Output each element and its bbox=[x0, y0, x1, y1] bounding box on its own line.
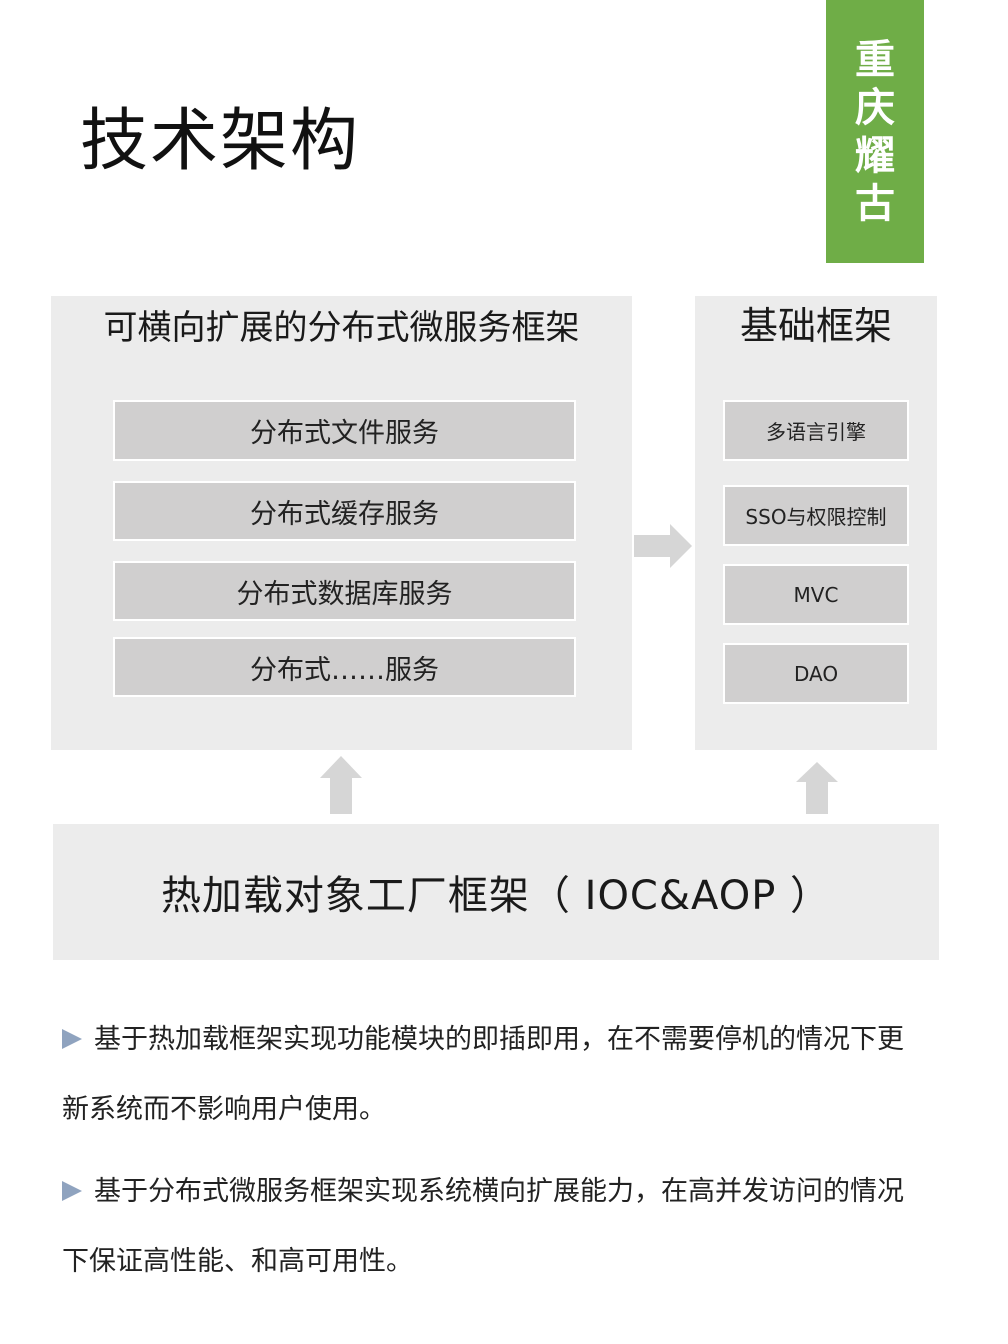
framework-label: DAO bbox=[793, 661, 839, 686]
service-box: 分布式……服务 bbox=[113, 637, 576, 697]
bullet-item: 基于分布式微服务框架实现系统横向扩展能力，在高并发访问的情况下保证高性能、和高可… bbox=[62, 1157, 918, 1297]
service-label: 分布式缓存服务 bbox=[250, 498, 439, 530]
base-framework-panel: 基础框架 多语言引擎 SSO与权限控制 MVC DAO bbox=[695, 296, 937, 750]
brand-char: 庆 bbox=[855, 84, 895, 131]
service-label: 分布式……服务 bbox=[250, 654, 439, 686]
arrow-right-icon bbox=[634, 524, 692, 568]
microservice-panel: 可横向扩展的分布式微服务框架 分布式文件服务 分布式缓存服务 分布式数据库服务 … bbox=[51, 296, 632, 750]
page-title: 技术架构 bbox=[80, 102, 361, 181]
framework-label: 多语言引擎 bbox=[766, 420, 866, 444]
brand-char: 古 bbox=[855, 180, 895, 227]
triangle-bullet-icon bbox=[62, 1028, 82, 1049]
service-label: 分布式数据库服务 bbox=[236, 578, 453, 610]
framework-box: 多语言引擎 bbox=[723, 400, 909, 461]
brand-char: 耀 bbox=[855, 132, 895, 179]
arrow-up-icon bbox=[796, 762, 838, 814]
service-box: 分布式缓存服务 bbox=[113, 481, 576, 541]
bullet-text: 基于分布式微服务框架实现系统横向扩展能力，在高并发访问的情况下保证高性能、和高可… bbox=[62, 1176, 904, 1277]
service-box: 分布式文件服务 bbox=[113, 400, 576, 461]
base-framework-panel-title: 基础框架 bbox=[739, 304, 892, 348]
framework-label: MVC bbox=[793, 582, 839, 607]
brand-tag: 重 庆 耀 古 bbox=[826, 0, 924, 263]
bullet-text: 基于热加载框架实现功能模块的即插即用，在不需要停机的情况下更新系统而不影响用户使… bbox=[62, 1024, 904, 1125]
triangle-bullet-icon bbox=[62, 1180, 82, 1201]
microservice-panel-title: 可横向扩展的分布式微服务框架 bbox=[103, 308, 580, 348]
framework-box: DAO bbox=[723, 643, 909, 704]
arrow-up-icon bbox=[320, 756, 362, 814]
ioc-aop-panel: 热加载对象工厂框架（ IOC&AOP ） bbox=[53, 824, 939, 960]
ioc-aop-panel-title: 热加载对象工厂框架（ IOC&AOP ） bbox=[160, 873, 832, 919]
framework-box: SSO与权限控制 bbox=[723, 485, 909, 546]
bullet-item: 基于热加载框架实现功能模块的即插即用，在不需要停机的情况下更新系统而不影响用户使… bbox=[62, 1005, 918, 1145]
framework-label: SSO与权限控制 bbox=[745, 505, 887, 529]
service-label: 分布式文件服务 bbox=[250, 418, 439, 449]
brand-char: 重 bbox=[855, 36, 895, 83]
service-box: 分布式数据库服务 bbox=[113, 561, 576, 621]
framework-box: MVC bbox=[723, 564, 909, 625]
